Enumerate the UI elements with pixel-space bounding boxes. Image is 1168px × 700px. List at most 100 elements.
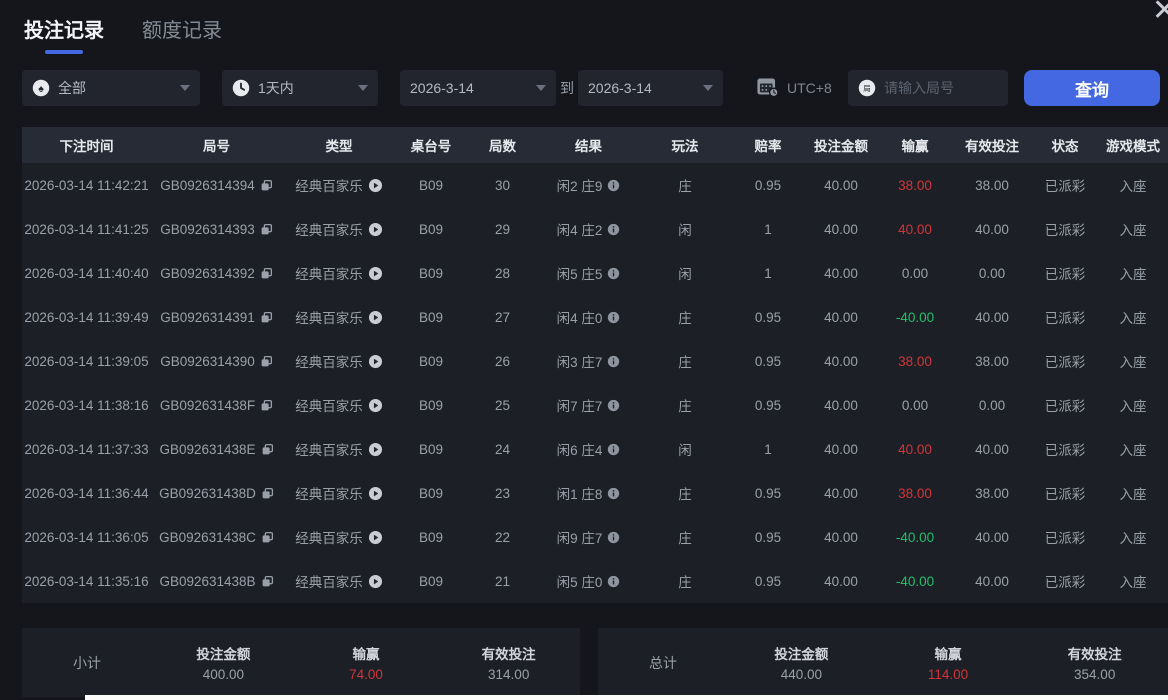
- column-header: 下注时间: [59, 139, 114, 154]
- info-icon[interactable]: [607, 575, 620, 588]
- bet-records-table: 下注时间 局号 类型 桌台号 局数 结果 玩法 赔率 投注金额 输赢 有效投注 状态 游戏模式 2026…: [22, 127, 1168, 603]
- cell-result-text: 闲5 庄0: [556, 575, 603, 590]
- cell-round: 26: [466, 354, 539, 369]
- cell-win-loss: 40.00: [878, 222, 952, 237]
- date-to-dropdown[interactable]: 2026-3-14: [578, 70, 723, 106]
- cell-odds-text: 0.95: [754, 353, 782, 369]
- close-icon[interactable]: ✕: [1152, 0, 1168, 26]
- cell-game-type: 经典百家乐: [282, 395, 396, 415]
- column-header: 游戏模式: [1106, 139, 1160, 154]
- copy-icon[interactable]: [260, 223, 273, 236]
- table-row[interactable]: 2026-03-14 11:37:33 GB092631438E 经典百家乐 B09 2…: [22, 427, 1168, 471]
- search-input[interactable]: [884, 80, 998, 96]
- table-row[interactable]: 2026-03-14 11:41:25 GB0926314393 经典百家乐 B09 2…: [22, 207, 1168, 251]
- play-icon[interactable]: [368, 222, 383, 237]
- play-icon[interactable]: [368, 530, 383, 545]
- table-row[interactable]: 2026-03-14 11:36:05 GB092631438C 经典百家乐 B09 2…: [22, 515, 1168, 559]
- copy-icon[interactable]: [260, 355, 273, 368]
- play-icon[interactable]: [368, 398, 383, 413]
- copy-icon[interactable]: [261, 575, 274, 588]
- cell-bet-time-text: 2026-03-14 11:35:16: [24, 573, 149, 589]
- game-type-value: 全部: [58, 80, 86, 96]
- table-row[interactable]: 2026-03-14 11:39:05 GB0926314390 经典百家乐 B09 2…: [22, 339, 1168, 383]
- cell-odds: 0.95: [732, 178, 804, 193]
- cell-status-text: 已派彩: [1044, 179, 1086, 194]
- column-header: 类型: [325, 139, 353, 154]
- info-icon[interactable]: [607, 267, 620, 280]
- cell-bet-time-text: 2026-03-14 11:40:40: [24, 265, 149, 281]
- info-icon[interactable]: [607, 311, 620, 324]
- cell-table-no-text: B09: [418, 221, 444, 237]
- info-icon[interactable]: [607, 531, 620, 544]
- time-range-dropdown[interactable]: 1天内: [222, 70, 378, 106]
- cell-bet-amount-text: 40.00: [824, 353, 858, 369]
- copy-icon[interactable]: [260, 267, 273, 280]
- cell-bet-on-text: 庄: [678, 355, 692, 370]
- cell-round-text: 27: [494, 309, 511, 325]
- cell-status-text: 已派彩: [1044, 223, 1086, 238]
- play-icon[interactable]: [368, 266, 383, 281]
- cell-table-no: B09: [396, 398, 466, 413]
- copy-icon[interactable]: [260, 311, 273, 324]
- cell-status-text: 已派彩: [1044, 575, 1086, 590]
- tab-quota-records[interactable]: 额度记录: [142, 14, 222, 54]
- cell-table-no-text: B09: [418, 265, 444, 281]
- cell-round-text: 26: [494, 353, 511, 369]
- cell-bet-time: 2026-03-14 11:42:21: [22, 178, 151, 193]
- date-from-dropdown[interactable]: 2026-3-14: [400, 70, 556, 106]
- play-icon[interactable]: [368, 178, 383, 193]
- table-header-row: 下注时间 局号 类型 桌台号 局数 结果 玩法 赔率 投注金额 输赢 有效投注 状态 游戏模式: [22, 127, 1168, 163]
- copy-icon[interactable]: [260, 179, 273, 192]
- cell-valid-bet-text: 40.00: [975, 309, 1009, 325]
- info-icon[interactable]: [607, 223, 620, 236]
- cell-game-type-text: 经典百家乐: [295, 487, 363, 502]
- cell-mode: 入座: [1098, 527, 1168, 547]
- table-row[interactable]: 2026-03-14 11:42:21 GB0926314394 经典百家乐 B09 3…: [22, 163, 1168, 207]
- cell-game-type-text: 经典百家乐: [295, 267, 363, 282]
- cell-mode-text: 入座: [1119, 443, 1147, 458]
- query-button[interactable]: 查询: [1024, 70, 1160, 106]
- cell-result-text: 闲3 庄7: [556, 355, 603, 370]
- cell-result: 闲4 庄2: [539, 219, 638, 239]
- cell-game-id: GB092631438F: [151, 398, 282, 413]
- info-icon[interactable]: [607, 179, 620, 192]
- tab-bet-records[interactable]: 投注记录: [24, 14, 104, 54]
- play-icon[interactable]: [368, 354, 383, 369]
- play-icon[interactable]: [368, 486, 383, 501]
- table-row[interactable]: 2026-03-14 11:38:16 GB092631438F 经典百家乐 B09 2…: [22, 383, 1168, 427]
- cell-status-text: 已派彩: [1044, 267, 1086, 282]
- cell-game-type-text: 经典百家乐: [295, 355, 363, 370]
- table-row[interactable]: 2026-03-14 11:40:40 GB0926314392 经典百家乐 B09 2…: [22, 251, 1168, 295]
- cell-odds: 0.95: [732, 574, 804, 589]
- info-icon[interactable]: [607, 355, 620, 368]
- table-row[interactable]: 2026-03-14 11:35:16 GB092631438B 经典百家乐 B09 2…: [22, 559, 1168, 603]
- cell-result-text: 闲5 庄5: [556, 267, 603, 282]
- info-icon[interactable]: [607, 443, 620, 456]
- play-icon[interactable]: [368, 574, 383, 589]
- column-header: 局数: [489, 139, 516, 154]
- copy-icon[interactable]: [260, 399, 273, 412]
- table-row[interactable]: 2026-03-14 11:39:49 GB0926314391 经典百家乐 B09 2…: [22, 295, 1168, 339]
- cell-status: 已派彩: [1032, 483, 1098, 503]
- cell-win-loss: -40.00: [878, 530, 952, 545]
- info-icon[interactable]: [607, 487, 620, 500]
- table-row[interactable]: 2026-03-14 11:36:44 GB092631438D 经典百家乐 B09 2…: [22, 471, 1168, 515]
- cell-result-text: 闲7 庄7: [556, 399, 603, 414]
- cell-table-no-text: B09: [418, 529, 444, 545]
- game-type-dropdown[interactable]: ♠ 全部: [22, 70, 200, 106]
- cell-table-no-text: B09: [418, 573, 444, 589]
- cell-mode: 入座: [1098, 219, 1168, 239]
- column-header: 玩法: [671, 139, 699, 154]
- cell-game-id-text: GB092631438F: [159, 397, 256, 413]
- copy-icon[interactable]: [261, 443, 274, 456]
- cell-table-no-text: B09: [418, 177, 444, 193]
- copy-icon[interactable]: [261, 487, 274, 500]
- play-icon[interactable]: [368, 310, 383, 325]
- cell-table-no: B09: [396, 530, 466, 545]
- cell-win-loss: 38.00: [878, 178, 952, 193]
- info-icon[interactable]: [607, 399, 620, 412]
- cell-round: 29: [466, 222, 539, 237]
- cell-odds: 1: [732, 266, 804, 281]
- play-icon[interactable]: [368, 442, 383, 457]
- copy-icon[interactable]: [261, 531, 274, 544]
